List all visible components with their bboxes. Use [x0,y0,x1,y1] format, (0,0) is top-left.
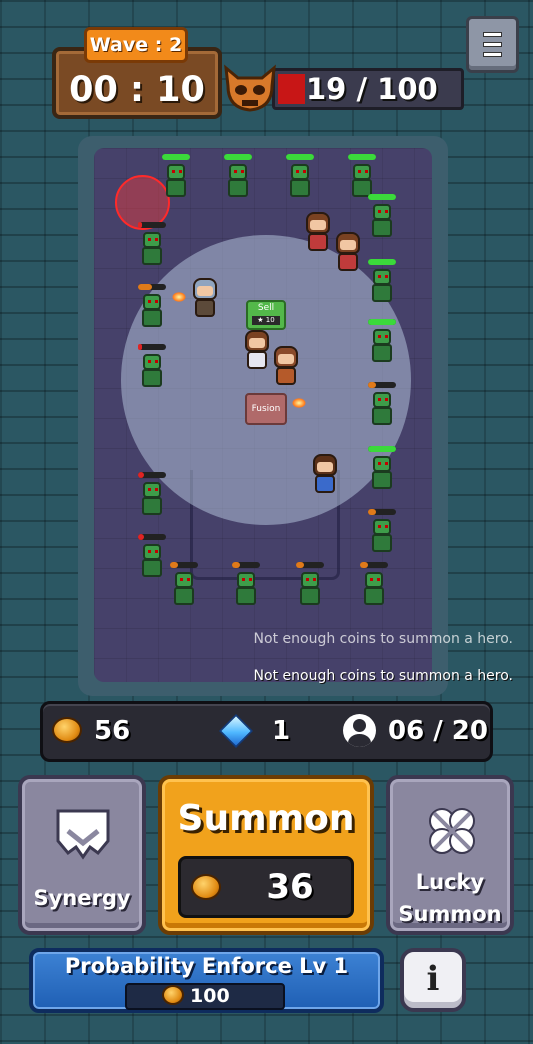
notification-message: Not enough coins to summon a hero. [253,631,513,647]
zombie-enemy [228,562,264,614]
clover-icon [429,808,475,854]
sell-button[interactable]: Sell ★ 10 [246,300,286,330]
zombie-enemy [134,344,170,396]
synergy-label: Synergy [33,886,131,910]
zombie-enemy [364,382,400,434]
lucky-summon-label-line1: Lucky [415,870,485,894]
zombie-enemy [364,509,400,561]
synergy-button[interactable]: Synergy [18,775,146,935]
fireball-projectile [292,398,306,408]
zombie-enemy [220,154,256,206]
gem-count: 1 [272,716,291,746]
notification-message: Not enough coins to summon a hero. [253,668,513,684]
zombie-enemy [282,154,318,206]
zombie-enemy [292,562,328,614]
hero-archer[interactable] [264,344,308,392]
zombie-enemy [134,534,170,586]
zombie-enemy [134,284,170,336]
hero-count: 06 / 20 [388,716,488,746]
zombie-enemy [134,472,170,524]
hero-swordsman[interactable] [326,230,370,278]
sell-label: Sell [257,303,275,313]
lucky-summon-label-line2: Summon [398,902,502,926]
coin-icon [162,985,184,1005]
summon-cost: 36 [266,867,314,907]
menu-icon [483,32,502,37]
menu-button[interactable] [466,16,519,73]
fireball-projectile [172,292,186,302]
info-button[interactable]: i [400,948,466,1012]
zombie-enemy [166,562,202,614]
summon-label: Summon [177,798,355,839]
banner-icon [56,809,110,860]
probability-cost: 100 [190,985,230,1007]
coin-icon [191,874,221,900]
hero-shield-knight[interactable] [183,276,227,324]
zombie-enemy [364,319,400,371]
zombie-enemy [356,562,392,614]
coin-icon [52,717,82,743]
coin-count: 56 [94,716,131,746]
wave-progress-fill [278,74,305,104]
wave-progress-text: 19 / 100 [306,72,438,106]
zombie-enemy [364,446,400,498]
hero-warrior[interactable] [303,452,347,500]
wave-label: Wave : 2 [84,27,188,63]
zombie-enemy [134,222,170,274]
sell-cost: ★ 10 [252,316,280,325]
zombie-enemy [158,154,194,206]
fusion-button[interactable]: Fusion [245,393,287,425]
probability-enforce-label: Probability Enforce Lv 1 [64,954,349,978]
hero-count-icon [343,714,376,747]
demon-skull-icon [224,64,276,112]
lucky-summon-button[interactable]: Lucky Summon [386,775,514,935]
